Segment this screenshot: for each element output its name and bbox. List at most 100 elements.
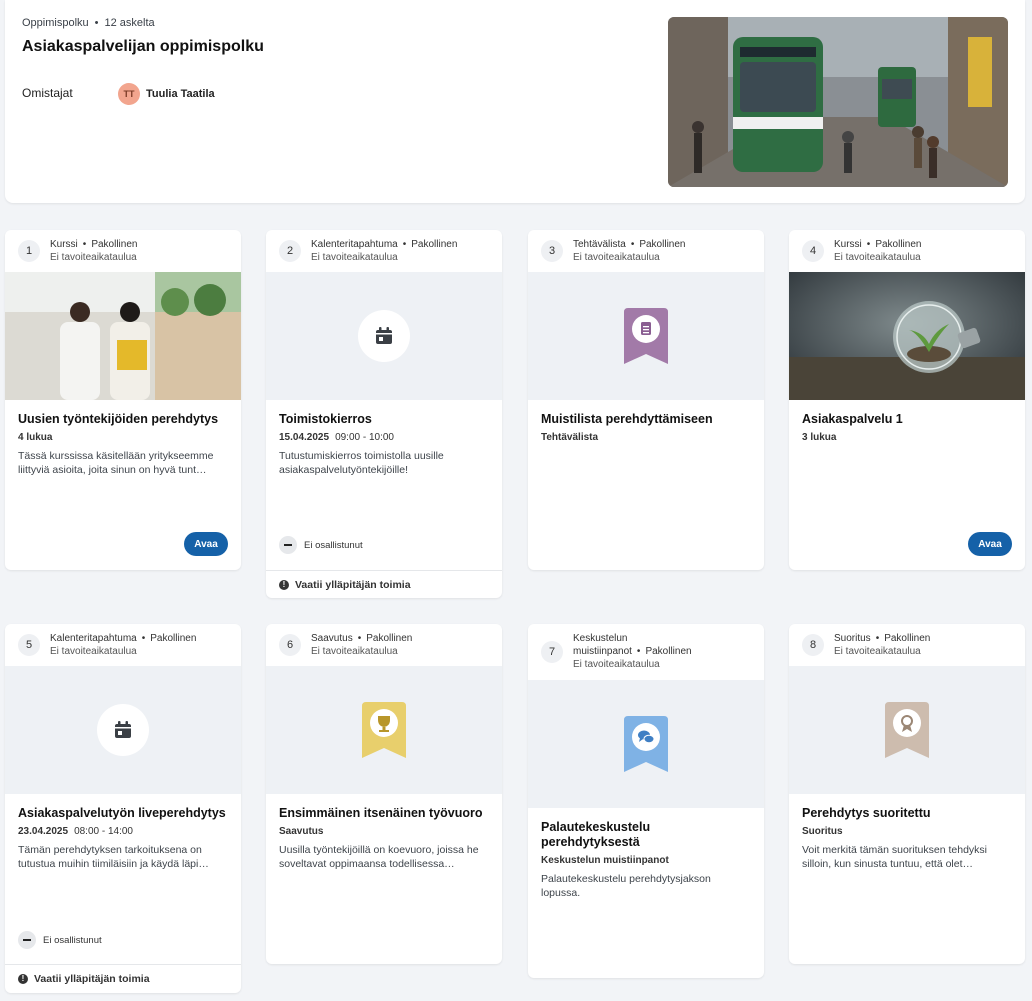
calendar-icon — [97, 704, 149, 756]
card-body: Toimistokierros 15.04.2025 09:00 - 10:00 … — [266, 400, 502, 477]
schedule-label: Ei tavoiteaikataulua — [573, 659, 660, 670]
minus-icon — [18, 931, 36, 949]
card-header: 2 Kalenteritapahtuma • Pakollinen Ei tavoi… — [266, 230, 502, 272]
card-body: Muistilista perehdyttämiseen Tehtävälist… — [528, 400, 764, 443]
card-media — [528, 272, 764, 400]
card-header: 3 Tehtävälista • Pakollinen Ei tavoiteaika… — [528, 230, 764, 272]
step-card-8[interactable]: 8 Suoritus • Pakollinen Ei tavoiteaikataul… — [789, 624, 1025, 964]
event-time: 08:00 - 14:00 — [74, 826, 133, 837]
card-body: Asiakaspalvelutyön liveperehdytys 23.04.… — [5, 794, 241, 871]
step-subtitle: 3 lukua — [802, 432, 837, 443]
step-meta: Keskustelun muistiinpanot • Pakollinen Ei … — [573, 633, 692, 670]
card-body: Ensimmäinen itsenäinen työvuoro Saavutus… — [266, 794, 502, 871]
step-meta: Kurssi • Pakollinen Ei tavoiteaikataulua — [834, 239, 922, 263]
attendance-label: Ei osallistunut — [43, 934, 102, 946]
step-subtitle: Keskustelun muistiinpanot — [541, 855, 669, 866]
event-time: 09:00 - 10:00 — [335, 432, 394, 443]
step-card-1[interactable]: 1 Kurssi • Pakollinen Ei tavoiteaikataulua… — [5, 230, 241, 570]
step-number: 3 — [541, 240, 563, 262]
step-type: Tehtävälista — [573, 239, 626, 250]
step-type: Kalenteritapahtuma — [311, 239, 398, 250]
required-label: Pakollinen — [411, 239, 458, 250]
open-button[interactable]: Avaa — [968, 532, 1012, 556]
minus-icon — [279, 536, 297, 554]
admin-action-notice: ! Vaatii ylläpitäjän toimia — [5, 964, 241, 992]
event-datetime: 23.04.2025 08:00 - 14:00 — [18, 826, 228, 837]
exclamation-icon: ! — [279, 579, 289, 590]
step-card-4[interactable]: 4 Kurssi • Pakollinen Ei tavoiteaikataulua… — [789, 230, 1025, 570]
required-label: Pakollinen — [150, 633, 197, 644]
step-title: Asiakaspalvelu 1 — [802, 412, 903, 426]
step-title: Toimistokierros — [279, 412, 372, 426]
step-subtitle: Saavutus — [279, 826, 324, 837]
step-meta: Saavutus • Pakollinen Ei tavoiteaikataulua — [311, 633, 413, 657]
step-card-7[interactable]: 7 Keskustelun muistiinpanot • Pakollinen E… — [528, 624, 764, 978]
step-type-line-2: muistiinpanot — [573, 646, 632, 657]
required-label: Pakollinen — [875, 239, 922, 250]
event-datetime: 15.04.2025 09:00 - 10:00 — [279, 432, 489, 443]
schedule-label: Ei tavoiteaikataulua — [50, 252, 137, 263]
required-label: Pakollinen — [639, 239, 686, 250]
card-body: Asiakaspalvelu 1 3 lukua — [789, 400, 1025, 443]
step-number: 5 — [18, 634, 40, 656]
step-meta: Kalenteritapahtuma • Pakollinen Ei tavoite… — [50, 633, 197, 657]
step-title: Perehdytys suoritettu — [802, 806, 931, 820]
step-meta: Suoritus • Pakollinen Ei tavoiteaikataulua — [834, 633, 931, 657]
step-card-5[interactable]: 5 Kalenteritapahtuma • Pakollinen Ei tavoi… — [5, 624, 241, 993]
step-description: Palautekeskustelu perehdytysjakson lopus… — [541, 873, 711, 899]
schedule-label: Ei tavoiteaikataulua — [834, 646, 921, 657]
owner[interactable]: TT Tuulia Taatila — [118, 83, 215, 105]
card-header: 5 Kalenteritapahtuma • Pakollinen Ei tavoi… — [5, 624, 241, 666]
step-card-6[interactable]: 6 Saavutus • Pakollinen Ei tavoiteaikataul… — [266, 624, 502, 964]
step-type: Kurssi — [834, 239, 862, 250]
required-label: Pakollinen — [645, 646, 692, 657]
step-number: 8 — [802, 634, 824, 656]
required-label: Pakollinen — [366, 633, 413, 644]
owner-name: Tuulia Taatila — [146, 88, 215, 100]
step-number: 1 — [18, 240, 40, 262]
required-label: Pakollinen — [884, 633, 931, 644]
required-label: Pakollinen — [91, 239, 138, 250]
card-body: Perehdytys suoritettu Suoritus Voit merk… — [789, 794, 1025, 871]
card-body: Uusien työntekijöiden perehdytys 4 lukua… — [5, 400, 241, 477]
step-description: Tässä kurssissa käsitellään yritykseemme… — [18, 450, 214, 476]
step-title: Uusien työntekijöiden perehdytys — [18, 412, 219, 426]
checklist-ribbon-icon — [624, 308, 668, 364]
step-meta: Kurssi • Pakollinen Ei tavoiteaikataulua — [50, 239, 138, 263]
schedule-label: Ei tavoiteaikataulua — [311, 646, 398, 657]
breadcrumb-type: Oppimispolku — [22, 17, 89, 29]
course-thumbnail — [789, 272, 1025, 400]
step-meta: Tehtävälista • Pakollinen Ei tavoiteaikata… — [573, 239, 686, 263]
breadcrumb: Oppimispolku • 12 askelta — [22, 17, 155, 29]
attendance-status: Ei osallistunut — [279, 536, 363, 554]
step-number: 7 — [541, 641, 563, 663]
step-title: Ensimmäinen itsenäinen työvuoro — [279, 806, 483, 820]
step-card-2[interactable]: 2 Kalenteritapahtuma • Pakollinen Ei tavoi… — [266, 230, 502, 598]
step-description: Tämän perehdytyksen tarkoituksena on tut… — [18, 844, 209, 870]
calendar-icon — [358, 310, 410, 362]
step-description: Tutustumiskierros toimistolla uusille as… — [279, 450, 444, 476]
step-card-3[interactable]: 3 Tehtävälista • Pakollinen Ei tavoiteaika… — [528, 230, 764, 570]
step-description: Uusilla työntekijöillä on koevuoro, jois… — [279, 844, 479, 870]
step-type: Suoritus — [834, 633, 871, 644]
step-type: Saavutus — [311, 633, 353, 644]
step-description: Voit merkitä tämän suorituksen tehdyksi … — [802, 844, 988, 870]
exclamation-icon: ! — [18, 973, 28, 984]
card-header: 8 Suoritus • Pakollinen Ei tavoiteaikataul… — [789, 624, 1025, 666]
card-header: 1 Kurssi • Pakollinen Ei tavoiteaikataulua — [5, 230, 241, 272]
card-header: 4 Kurssi • Pakollinen Ei tavoiteaikataulua — [789, 230, 1025, 272]
admin-action-label: Vaatii ylläpitäjän toimia — [34, 972, 150, 985]
course-thumbnail — [5, 272, 241, 400]
step-meta: Kalenteritapahtuma • Pakollinen Ei tavoite… — [311, 239, 458, 263]
trophy-ribbon-icon — [362, 702, 406, 758]
step-title: Muistilista perehdyttämiseen — [541, 412, 713, 426]
page-title: Asiakaspalvelijan oppimispolku — [22, 38, 264, 55]
step-title: Asiakaspalvelutyön liveperehdytys — [18, 806, 226, 820]
hero-image — [668, 17, 1008, 187]
avatar: TT — [118, 83, 140, 105]
step-type-line-1: Keskustelun — [573, 633, 628, 644]
open-button[interactable]: Avaa — [184, 532, 228, 556]
card-media — [528, 680, 764, 808]
step-number: 4 — [802, 240, 824, 262]
learning-path-header: Oppimispolku • 12 askelta Asiakaspalvelija… — [5, 0, 1025, 203]
